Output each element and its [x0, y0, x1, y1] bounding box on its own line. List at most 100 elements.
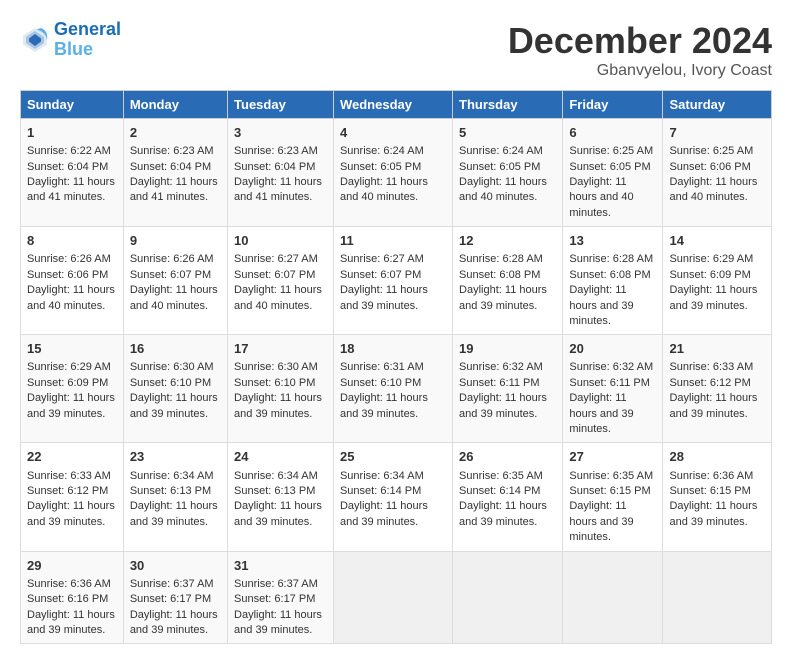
sunset-text: Sunset: 6:07 PM — [340, 269, 421, 281]
daylight-text: Daylight: 11 hours and 39 minutes. — [340, 500, 428, 527]
day-number: 21 — [669, 340, 765, 358]
location-subtitle: Gbanvyelou, Ivory Coast — [508, 62, 772, 80]
header-day: Tuesday — [228, 91, 334, 119]
day-number: 19 — [459, 340, 556, 358]
calendar-cell: 7 Sunrise: 6:25 AM Sunset: 6:06 PM Daylight… — [663, 119, 772, 227]
day-number: 26 — [459, 448, 556, 466]
calendar-cell: 2Sunrise: 6:23 AMSunset: 6:04 PMDaylight… — [123, 119, 227, 227]
sunset-text: Sunset: 6:05 PM — [459, 161, 540, 173]
calendar-cell: 12Sunrise: 6:28 AMSunset: 6:08 PMDayligh… — [453, 227, 563, 335]
sunset-text: Sunset: 6:10 PM — [340, 377, 421, 389]
calendar-week-row: 15Sunrise: 6:29 AMSunset: 6:09 PMDayligh… — [21, 335, 772, 443]
month-title: December 2024 — [508, 20, 772, 62]
daylight-text: Daylight: 11 hours and 41 minutes. — [27, 176, 115, 203]
day-number: 22 — [27, 448, 117, 466]
daylight-text: Daylight: 11 hours and 39 minutes. — [234, 609, 322, 636]
daylight-text: Daylight: 11 hours and 40 minutes. — [234, 284, 322, 311]
calendar-cell: 19Sunrise: 6:32 AMSunset: 6:11 PMDayligh… — [453, 335, 563, 443]
day-number: 25 — [340, 448, 446, 466]
calendar-cell: 28Sunrise: 6:36 AMSunset: 6:15 PMDayligh… — [663, 443, 772, 551]
sunrise-text: Sunrise: 6:34 AM — [130, 470, 214, 482]
calendar-cell: 1Sunrise: 6:22 AMSunset: 6:04 PMDaylight… — [21, 119, 124, 227]
daylight-text: Daylight: 11 hours and 40 minutes. — [459, 176, 547, 203]
daylight-text: Daylight: 11 hours and 39 minutes. — [340, 284, 428, 311]
calendar-cell: 14Sunrise: 6:29 AMSunset: 6:09 PMDayligh… — [663, 227, 772, 335]
daylight-text: Daylight: 11 hours and 39 minutes. — [234, 392, 322, 419]
header-day: Wednesday — [333, 91, 452, 119]
sunrise-text: Sunrise: 6:33 AM — [27, 470, 111, 482]
calendar-cell: 9Sunrise: 6:26 AMSunset: 6:07 PMDaylight… — [123, 227, 227, 335]
daylight-text: Daylight: 11 hours and 39 minutes. — [459, 500, 547, 527]
calendar-cell — [563, 551, 663, 644]
logo-icon — [20, 25, 50, 55]
sunset-text: Sunset: 6:12 PM — [27, 485, 108, 497]
daylight-text: Daylight: 11 hours and 40 minutes. — [669, 176, 757, 203]
sunset-text: Sunset: 6:06 PM — [27, 269, 108, 281]
sunrise-text: Sunrise: 6:35 AM — [569, 470, 653, 482]
day-number: 12 — [459, 232, 556, 250]
sunrise-text: Sunrise: 6:25 AM — [669, 145, 753, 157]
daylight-text: Daylight: 11 hours and 39 minutes. — [459, 284, 547, 311]
calendar-cell: 30Sunrise: 6:37 AMSunset: 6:17 PMDayligh… — [123, 551, 227, 644]
sunset-text: Sunset: 6:10 PM — [130, 377, 211, 389]
sunrise-text: Sunrise: 6:29 AM — [669, 253, 753, 265]
sunrise-text: Sunrise: 6:34 AM — [234, 470, 318, 482]
sunrise-text: Sunrise: 6:27 AM — [234, 253, 318, 265]
daylight-text: Daylight: 11 hours and 39 minutes. — [569, 392, 633, 435]
sunrise-text: Sunrise: 6:37 AM — [130, 578, 214, 590]
sunset-text: Sunset: 6:10 PM — [234, 377, 315, 389]
sunrise-text: Sunrise: 6:36 AM — [27, 578, 111, 590]
sunset-text: Sunset: 6:15 PM — [569, 485, 650, 497]
day-number: 9 — [130, 232, 221, 250]
day-number: 17 — [234, 340, 327, 358]
sunset-text: Sunset: 6:08 PM — [459, 269, 540, 281]
day-number: 2 — [130, 124, 221, 142]
sunrise-text: Sunrise: 6:31 AM — [340, 361, 424, 373]
sunrise-text: Sunrise: 6:29 AM — [27, 361, 111, 373]
logo: General Blue — [20, 20, 121, 60]
day-number: 1 — [27, 124, 117, 142]
header-day: Friday — [563, 91, 663, 119]
sunrise-text: Sunrise: 6:25 AM — [569, 145, 653, 157]
day-number: 15 — [27, 340, 117, 358]
calendar-cell: 18Sunrise: 6:31 AMSunset: 6:10 PMDayligh… — [333, 335, 452, 443]
logo-text: General Blue — [54, 20, 121, 60]
calendar-cell: 17Sunrise: 6:30 AMSunset: 6:10 PMDayligh… — [228, 335, 334, 443]
calendar-cell: 3Sunrise: 6:23 AMSunset: 6:04 PMDaylight… — [228, 119, 334, 227]
sunset-text: Sunset: 6:12 PM — [669, 377, 750, 389]
header-day: Sunday — [21, 91, 124, 119]
sunrise-text: Sunrise: 6:22 AM — [27, 145, 111, 157]
calendar-cell: 20Sunrise: 6:32 AMSunset: 6:11 PMDayligh… — [563, 335, 663, 443]
calendar-cell — [453, 551, 563, 644]
day-number: 11 — [340, 232, 446, 250]
header-row: SundayMondayTuesdayWednesdayThursdayFrid… — [21, 91, 772, 119]
sunrise-text: Sunrise: 6:33 AM — [669, 361, 753, 373]
day-number: 10 — [234, 232, 327, 250]
day-number: 29 — [27, 557, 117, 575]
calendar-cell — [663, 551, 772, 644]
sunset-text: Sunset: 6:07 PM — [130, 269, 211, 281]
day-number: 7 — [669, 124, 765, 142]
header-day: Thursday — [453, 91, 563, 119]
daylight-text: Daylight: 11 hours and 39 minutes. — [130, 609, 218, 636]
day-number: 3 — [234, 124, 327, 142]
sunrise-text: Sunrise: 6:36 AM — [669, 470, 753, 482]
sunrise-text: Sunrise: 6:35 AM — [459, 470, 543, 482]
day-number: 23 — [130, 448, 221, 466]
day-number: 5 — [459, 124, 556, 142]
header-day: Saturday — [663, 91, 772, 119]
daylight-text: Daylight: 11 hours and 39 minutes. — [340, 392, 428, 419]
daylight-text: Daylight: 11 hours and 39 minutes. — [130, 392, 218, 419]
calendar-cell: 5Sunrise: 6:24 AMSunset: 6:05 PMDaylight… — [453, 119, 563, 227]
calendar-week-row: 22 Sunrise: 6:33 AM Sunset: 6:12 PM Dayligh… — [21, 443, 772, 551]
daylight-text: Daylight: 11 hours and 40 minutes. — [569, 176, 633, 219]
page-header: General Blue December 2024 Gbanvyelou, I… — [20, 20, 772, 80]
calendar-week-row: 8Sunrise: 6:26 AMSunset: 6:06 PMDaylight… — [21, 227, 772, 335]
sunrise-text: Sunrise: 6:34 AM — [340, 470, 424, 482]
sunset-text: Sunset: 6:06 PM — [669, 161, 750, 173]
sunrise-text: Sunrise: 6:23 AM — [130, 145, 214, 157]
day-number: 20 — [569, 340, 656, 358]
calendar-cell: 6Sunrise: 6:25 AMSunset: 6:05 PMDaylight… — [563, 119, 663, 227]
sunset-text: Sunset: 6:07 PM — [234, 269, 315, 281]
sunset-text: Sunset: 6:15 PM — [669, 485, 750, 497]
